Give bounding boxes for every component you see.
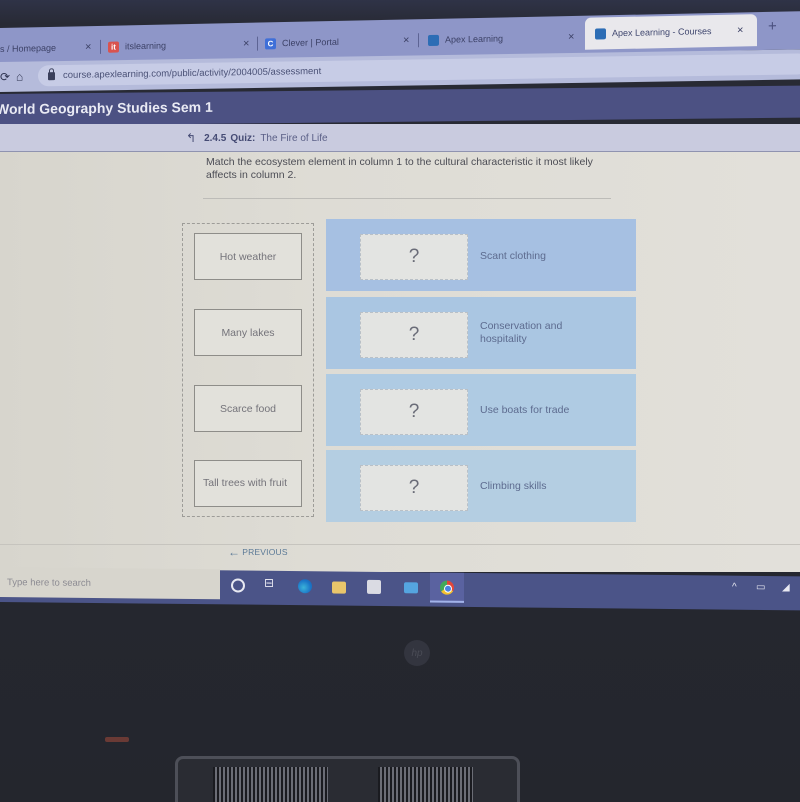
- wifi-icon[interactable]: ◢: [782, 582, 790, 593]
- tab-label: Clever | Portal: [282, 36, 339, 49]
- lock-icon: [48, 71, 55, 80]
- breadcrumb[interactable]: ↰ 2.4.5 Quiz: The Fire of Life: [186, 131, 328, 145]
- tab-separator: [100, 39, 101, 54]
- tab-separator: [257, 36, 258, 51]
- column-1-pool: Hot weather Many lakes Scarce food Tall …: [182, 223, 314, 517]
- tab-label: itslearning: [125, 40, 167, 52]
- windows-taskbar: Type here to search ⊟ ^ ▭ ◢: [0, 567, 800, 611]
- target-label: Scant clothing: [480, 250, 546, 262]
- reload-icon[interactable]: ⟳: [0, 70, 10, 84]
- keyboard-object: [175, 756, 520, 802]
- draggable-item-many-lakes[interactable]: Many lakes: [194, 309, 302, 356]
- divider: [0, 544, 800, 545]
- apex-icon: [428, 34, 439, 46]
- home-icon[interactable]: ⌂: [16, 70, 23, 84]
- course-title: World Geography Studies Sem 1: [0, 98, 213, 118]
- itslearning-icon: it: [108, 41, 119, 53]
- tab-label: Apex Learning - Courses: [612, 26, 712, 39]
- store-icon[interactable]: [367, 579, 381, 594]
- keys-block: [378, 767, 473, 802]
- tray-chevron-icon[interactable]: ^: [732, 582, 737, 593]
- match-row: ? Use boats for trade: [326, 374, 636, 446]
- close-tab-icon[interactable]: ×: [568, 31, 574, 43]
- chrome-icon[interactable]: [440, 580, 454, 595]
- previous-button[interactable]: ← PREVIOUS: [228, 545, 288, 559]
- arrow-left-icon: ←: [228, 545, 241, 559]
- target-label: Climbing skills: [480, 480, 547, 492]
- apex-icon: [595, 27, 606, 40]
- network-icon[interactable]: ▭: [756, 582, 765, 593]
- question-prompt: Match the ecosystem element in column 1 …: [206, 156, 593, 181]
- close-tab-icon[interactable]: ×: [403, 34, 409, 46]
- clever-icon: C: [265, 37, 276, 49]
- tab-clever-portal[interactable]: C Clever | Portal ×: [265, 27, 415, 56]
- match-row: ? Scant clothing: [326, 219, 636, 291]
- tab-label: Apex Learning: [445, 33, 504, 45]
- draggable-item-scarce-food[interactable]: Scarce food: [194, 385, 302, 432]
- tab-label: s / Homepage: [0, 42, 57, 54]
- tab-separator: [418, 33, 419, 48]
- draggable-item-hot-weather[interactable]: Hot weather: [194, 233, 302, 280]
- tab-itslearning[interactable]: it itslearning ×: [108, 31, 258, 60]
- tab-apex-learning-courses[interactable]: Apex Learning - Courses ×: [585, 14, 757, 50]
- breadcrumb-bar: ↰ 2.4.5 Quiz: The Fire of Life: [0, 124, 800, 152]
- match-row: ? Climbing skills: [326, 450, 636, 522]
- keys-block: [213, 767, 328, 802]
- quiz-page: Match the ecosystem element in column 1 …: [0, 152, 800, 572]
- divider: [203, 198, 611, 199]
- drop-slot[interactable]: ?: [360, 389, 468, 435]
- close-tab-icon[interactable]: ×: [243, 38, 249, 50]
- match-row: ? Conservation and hospitality: [326, 297, 636, 369]
- course-header: World Geography Studies Sem 1: [0, 85, 800, 126]
- taskbar-search-input[interactable]: Type here to search: [0, 567, 220, 600]
- tab-homepage[interactable]: s / Homepage ×: [0, 34, 100, 62]
- close-tab-icon[interactable]: ×: [85, 41, 91, 53]
- target-label: Use boats for trade: [480, 404, 570, 416]
- mail-icon[interactable]: [404, 582, 418, 594]
- target-label: Conservation and hospitality: [480, 320, 563, 345]
- indicator-light: [105, 737, 129, 742]
- drop-slot[interactable]: ?: [360, 234, 468, 280]
- up-arrow-icon[interactable]: ↰: [186, 131, 196, 145]
- draggable-item-tall-trees[interactable]: Tall trees with fruit: [194, 460, 302, 507]
- hp-logo-icon: hp: [404, 640, 430, 666]
- task-view-icon[interactable]: ⊟: [264, 576, 278, 590]
- tab-apex-learning[interactable]: Apex Learning ×: [428, 24, 583, 53]
- close-tab-icon[interactable]: ×: [737, 24, 743, 36]
- photo-frame: s / Homepage × it itslearning × C Clever…: [0, 0, 800, 802]
- drop-slot[interactable]: ?: [360, 312, 468, 358]
- url-text: course.apexlearning.com/public/activity/…: [63, 65, 322, 82]
- new-tab-button[interactable]: +: [768, 18, 777, 35]
- file-explorer-icon[interactable]: [332, 581, 346, 594]
- activity-name: The Fire of Life: [260, 132, 328, 144]
- activity-number: 2.4.5: [204, 132, 227, 144]
- edge-icon[interactable]: [298, 579, 312, 594]
- cortana-icon[interactable]: [231, 578, 245, 593]
- activity-type: Quiz:: [230, 132, 256, 144]
- previous-label: PREVIOUS: [242, 547, 288, 557]
- drop-slot[interactable]: ?: [360, 465, 468, 511]
